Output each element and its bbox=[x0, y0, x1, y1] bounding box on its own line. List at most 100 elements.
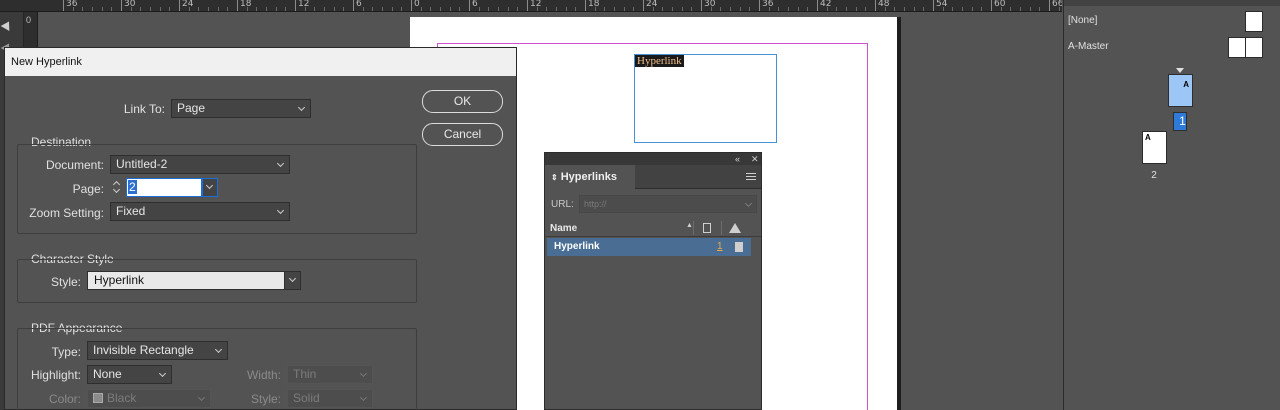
chevron-down-icon bbox=[297, 103, 306, 112]
ruler-minor-tick bbox=[391, 7, 393, 11]
ruler-tick: 18 bbox=[585, 0, 599, 11]
selection-tool-icon[interactable] bbox=[0, 19, 14, 31]
ruler-minor-tick bbox=[343, 7, 345, 11]
link-to-select[interactable]: Page bbox=[171, 99, 311, 118]
ruler-minor-tick bbox=[1010, 7, 1012, 11]
master-none-label[interactable]: [None] bbox=[1068, 15, 1097, 26]
sort-arrow-icon[interactable]: ▲ bbox=[686, 222, 693, 229]
page-input[interactable]: 2 bbox=[126, 178, 202, 197]
ruler-minor-tick bbox=[372, 7, 374, 11]
ruler-minor-tick bbox=[150, 7, 151, 11]
ruler-minor-tick bbox=[324, 7, 325, 11]
a-master-left-thumbnail[interactable] bbox=[1228, 37, 1246, 58]
url-field[interactable]: http:// bbox=[579, 195, 757, 213]
hyperlink-text[interactable]: Hyperlink bbox=[635, 55, 684, 67]
color-select[interactable]: Black bbox=[87, 389, 211, 408]
page-dropdown-button[interactable] bbox=[202, 178, 218, 197]
page-input-value: 2 bbox=[128, 180, 137, 194]
ruler-tick: 12 bbox=[295, 0, 309, 11]
width-value: Thin bbox=[293, 367, 317, 381]
ruler-tick: 18 bbox=[237, 0, 251, 11]
style-label: Style: bbox=[250, 392, 281, 406]
a-master-right-thumbnail[interactable] bbox=[1245, 37, 1263, 58]
chevron-down-icon bbox=[288, 274, 297, 283]
ruler-minor-tick bbox=[904, 7, 905, 11]
page-1-thumbnail[interactable]: A bbox=[1168, 74, 1193, 107]
ruler-minor-tick bbox=[672, 7, 673, 11]
page-1-number[interactable]: 1 bbox=[1173, 112, 1187, 131]
ruler-minor-tick bbox=[382, 7, 383, 11]
character-style-field[interactable]: Hyperlink bbox=[87, 271, 301, 290]
chevron-down-icon bbox=[359, 393, 368, 402]
ruler-minor-tick bbox=[962, 7, 963, 11]
ruler-minor-tick bbox=[855, 7, 857, 11]
color-value: Black bbox=[107, 391, 137, 405]
panel-menu-icon[interactable] bbox=[746, 173, 756, 182]
ruler-tick: 36 bbox=[759, 0, 773, 11]
chevron-down-icon bbox=[205, 181, 214, 190]
ruler-minor-tick bbox=[894, 7, 896, 11]
collapse-panel-icon[interactable]: « bbox=[735, 153, 740, 165]
master-a-label[interactable]: A-Master bbox=[1068, 41, 1109, 52]
chevron-down-icon bbox=[276, 206, 285, 215]
hyperlink-item-page-link[interactable]: 1 bbox=[717, 241, 723, 252]
hyperlinks-tab-bar: ⇕ Hyperlinks bbox=[545, 165, 761, 189]
ruler-minor-tick bbox=[575, 7, 577, 11]
ruler-minor-tick bbox=[952, 7, 954, 11]
style-label: Style: bbox=[50, 275, 81, 289]
stepper-down-icon[interactable] bbox=[112, 185, 121, 194]
ruler-minor-tick bbox=[556, 7, 557, 11]
highlight-value: None bbox=[93, 367, 122, 381]
page-label: Page: bbox=[72, 182, 104, 196]
color-label: Color: bbox=[48, 392, 81, 406]
ruler-minor-tick bbox=[836, 7, 838, 11]
ruler-minor-tick bbox=[981, 7, 983, 11]
style-select[interactable]: Solid bbox=[287, 389, 373, 408]
ruler-minor-tick bbox=[266, 7, 267, 11]
type-label: Type: bbox=[51, 345, 81, 359]
ruler-minor-tick bbox=[1000, 7, 1002, 11]
master-none-thumbnail[interactable] bbox=[1245, 11, 1263, 32]
ruler-minor-tick bbox=[159, 7, 161, 11]
ruler-minor-tick bbox=[362, 7, 364, 11]
page-2-thumbnail[interactable]: A bbox=[1142, 131, 1167, 164]
ruler-tick: 48 bbox=[875, 0, 889, 11]
ruler-minor-tick bbox=[942, 7, 944, 11]
ruler-minor-tick bbox=[913, 7, 915, 11]
chevron-down-icon bbox=[158, 369, 167, 378]
ruler-minor-tick bbox=[865, 7, 867, 11]
status-column-icon[interactable] bbox=[729, 223, 741, 233]
ruler-minor-tick bbox=[1020, 7, 1021, 11]
ok-button[interactable]: OK bbox=[422, 90, 503, 113]
page-column-icon[interactable] bbox=[703, 223, 711, 233]
ruler-minor-tick bbox=[420, 7, 422, 11]
text-frame[interactable]: Hyperlink bbox=[634, 54, 777, 143]
ruler-minor-tick bbox=[92, 7, 93, 11]
ruler-tick: 24 bbox=[643, 0, 657, 11]
ruler-minor-tick bbox=[536, 7, 538, 11]
ruler-minor-tick bbox=[691, 7, 693, 11]
document-select[interactable]: Untitled-2 bbox=[110, 155, 290, 174]
cancel-button[interactable]: Cancel bbox=[422, 123, 503, 146]
ruler-minor-tick bbox=[101, 7, 103, 11]
ruler-tick: 66 bbox=[1049, 0, 1062, 11]
highlight-select[interactable]: None bbox=[87, 365, 172, 384]
horizontal-ruler: 363024181260612182430364248546066 bbox=[0, 0, 1062, 12]
zoom-setting-select[interactable]: Fixed bbox=[110, 202, 290, 221]
name-column-header[interactable]: Name bbox=[550, 223, 577, 234]
ruler-minor-tick bbox=[130, 7, 132, 11]
tab-hyperlinks-label: Hyperlinks bbox=[560, 171, 617, 183]
ruler-minor-tick bbox=[884, 7, 886, 11]
hyperlink-list-item[interactable]: Hyperlink 1 bbox=[547, 238, 751, 256]
ruler-minor-tick bbox=[594, 7, 596, 11]
type-select[interactable]: Invisible Rectangle bbox=[87, 341, 228, 360]
ruler-tick: 30 bbox=[121, 0, 135, 11]
ruler-minor-tick bbox=[739, 7, 741, 11]
character-style-dropdown-button[interactable] bbox=[284, 272, 300, 289]
close-panel-icon[interactable]: ✕ bbox=[751, 153, 759, 165]
page-2-number[interactable]: 2 bbox=[1147, 170, 1161, 181]
page-destination-icon[interactable] bbox=[735, 242, 743, 252]
page-stepper[interactable] bbox=[111, 178, 125, 197]
tab-hyperlinks[interactable]: ⇕ Hyperlinks bbox=[545, 165, 635, 189]
width-select[interactable]: Thin bbox=[287, 365, 373, 384]
